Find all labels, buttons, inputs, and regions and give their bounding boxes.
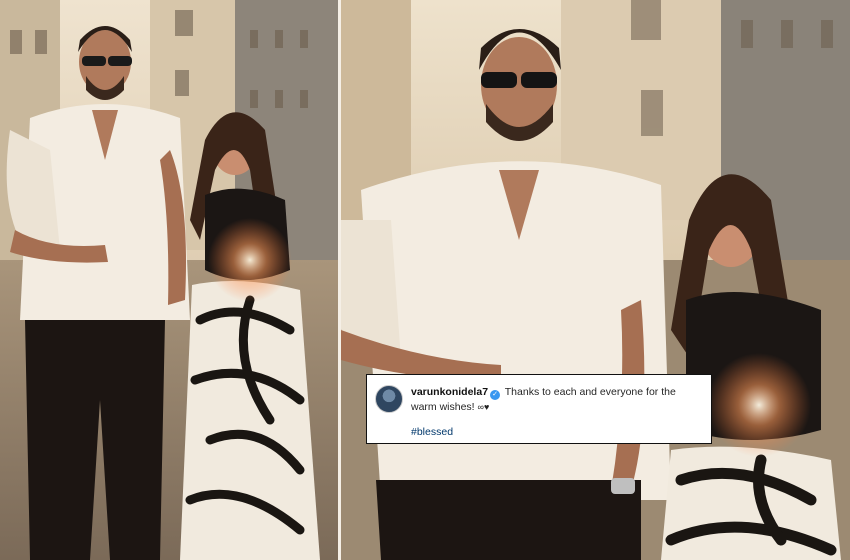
photo-right — [341, 0, 850, 560]
caption-emojis: ∞♥ — [477, 402, 490, 412]
photo-left — [0, 0, 338, 560]
verified-badge-icon: ✓ — [490, 390, 501, 400]
caption-text-line: varunkonidela7 ✓ Thanks to each and every… — [411, 385, 699, 414]
username[interactable]: varunkonidela7 — [411, 386, 488, 398]
avatar[interactable] — [375, 385, 403, 413]
instagram-caption-card: varunkonidela7 ✓ Thanks to each and every… — [366, 374, 712, 444]
hashtag-link[interactable]: #blessed — [411, 426, 699, 438]
